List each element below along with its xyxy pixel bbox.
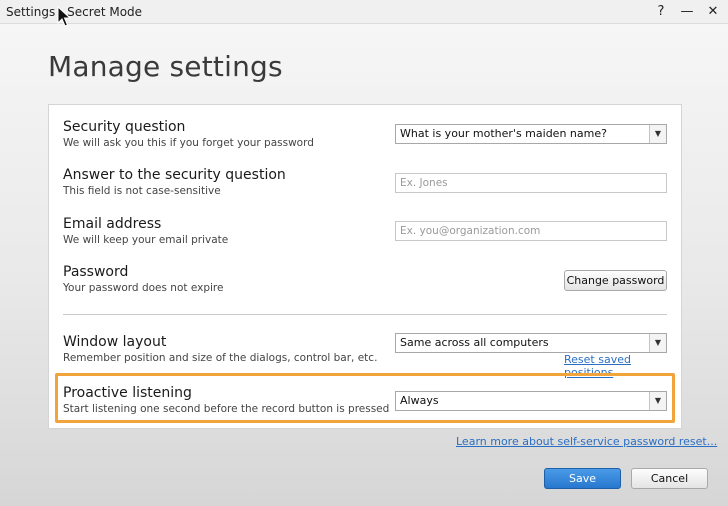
window-title: Settings - Secret Mode — [6, 5, 143, 19]
settings-panel: Security question We will ask you this i… — [48, 104, 682, 429]
window-controls: ? — ✕ — [654, 0, 720, 24]
minimize-button[interactable]: — — [680, 0, 694, 24]
title-bar: Settings - Secret Mode ? — ✕ — [0, 0, 728, 24]
cancel-button[interactable]: Cancel — [631, 468, 708, 489]
mouse-pointer-icon — [57, 6, 71, 27]
chevron-down-icon[interactable]: ▼ — [649, 392, 666, 410]
help-button[interactable]: ? — [654, 0, 668, 24]
proactive-listening-select[interactable]: Always ▼ — [395, 391, 667, 411]
proactive-listening-value: Always — [400, 394, 439, 407]
chevron-down-icon[interactable]: ▼ — [649, 334, 666, 352]
chevron-down-icon[interactable]: ▼ — [649, 125, 666, 143]
window-layout-select[interactable]: Same across all computers ▼ — [395, 333, 667, 353]
email-input[interactable] — [395, 221, 667, 241]
window-layout-value: Same across all computers — [400, 336, 549, 349]
learn-more-link[interactable]: Learn more about self-service password r… — [456, 435, 717, 448]
page-title: Manage settings — [48, 50, 283, 83]
security-question-value: What is your mother's maiden name? — [400, 127, 607, 140]
save-button[interactable]: Save — [544, 468, 621, 489]
close-button[interactable]: ✕ — [706, 0, 720, 24]
answer-input[interactable] — [395, 173, 667, 193]
section-divider — [63, 314, 667, 315]
security-question-select[interactable]: What is your mother's maiden name? ▼ — [395, 124, 667, 144]
change-password-button[interactable]: Change password — [564, 270, 667, 291]
